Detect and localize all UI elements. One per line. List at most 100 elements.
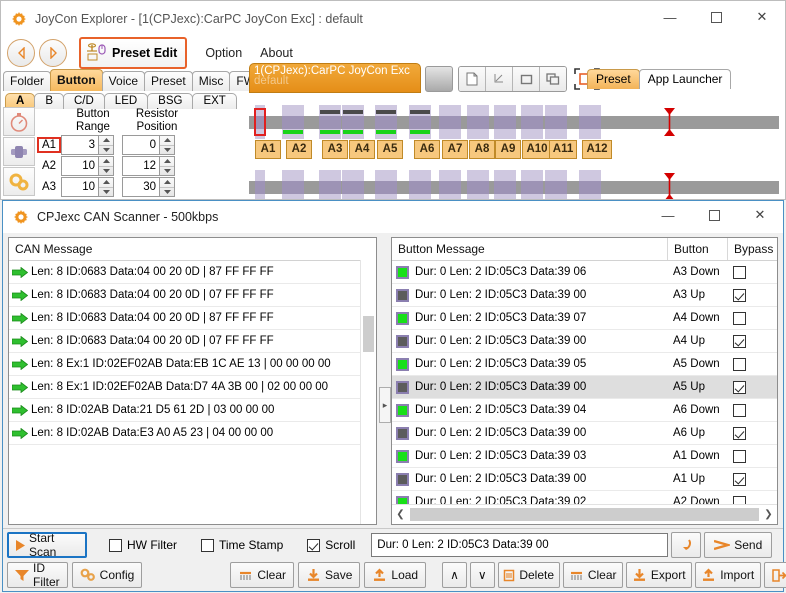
button-message-row[interactable]: Dur: 0 Len: 2 ID:05C3 Data:39 00 A6 Up xyxy=(392,422,777,445)
timeline-segment[interactable] xyxy=(439,170,461,199)
tab-preset[interactable]: Preset xyxy=(144,71,193,91)
timeline-segment[interactable] xyxy=(521,105,543,139)
rtab-app-launcher[interactable]: App Launcher xyxy=(638,69,732,89)
button-message-row[interactable]: Dur: 0 Len: 2 ID:05C3 Data:39 00 A1 Up xyxy=(392,468,777,491)
joystick-icon[interactable] xyxy=(3,137,35,166)
checkbox-icon[interactable] xyxy=(307,538,321,552)
timeline-segment[interactable] xyxy=(375,105,397,139)
spin-up-icon[interactable] xyxy=(99,178,113,188)
timeline-segment[interactable] xyxy=(494,170,516,199)
timeline-button-a7[interactable]: A7 xyxy=(442,140,468,159)
bypass-checkbox[interactable] xyxy=(733,311,746,325)
scroll-right-icon[interactable]: ❯ xyxy=(760,506,777,523)
spin-down-icon[interactable] xyxy=(160,188,174,197)
bypass-checkbox[interactable] xyxy=(733,288,746,302)
timeline-marker[interactable] xyxy=(663,172,676,199)
timeline-button-a9[interactable]: A9 xyxy=(495,140,521,159)
button-message-row[interactable]: Dur: 0 Len: 2 ID:05C3 Data:39 00 A5 Up xyxy=(392,376,777,399)
timeline-track-top[interactable] xyxy=(249,105,779,139)
button-message-row[interactable]: Dur: 0 Len: 2 ID:05C3 Data:39 06 A3 Down xyxy=(392,261,777,284)
resistor-position-value-a3[interactable]: 30 xyxy=(122,177,160,197)
minimize-button[interactable]: — xyxy=(645,199,691,231)
panel-splitter[interactable]: ▸ xyxy=(379,237,391,525)
scroll-checkbox[interactable]: Scroll xyxy=(307,538,355,552)
button-message-row[interactable]: Dur: 0 Len: 2 ID:05C3 Data:39 07 A4 Down xyxy=(392,307,777,330)
button-range-value-a2[interactable]: 10 xyxy=(61,156,99,176)
checkbox-icon[interactable] xyxy=(201,538,214,552)
blank-swatch-icon[interactable] xyxy=(425,66,453,92)
can-message-row[interactable]: Len: 8 ID:02AB Data:21 D5 61 2D | 03 00 … xyxy=(9,399,376,422)
square-icon[interactable] xyxy=(513,67,540,91)
preset-edit-button[interactable]: Preset Edit xyxy=(79,37,188,69)
scroll-left-icon[interactable]: ❮ xyxy=(392,506,409,523)
tab-voice[interactable]: Voice xyxy=(101,71,146,91)
resistor-position-stepper-a3[interactable]: 30 xyxy=(122,177,175,197)
timeline-segment[interactable] xyxy=(467,170,489,199)
move-down-button[interactable]: ∨ xyxy=(469,562,495,588)
spin-up-icon[interactable] xyxy=(99,136,113,146)
bypass-checkbox[interactable] xyxy=(733,449,746,463)
button-range-value-a3[interactable]: 10 xyxy=(61,177,99,197)
can-message-listbox[interactable]: CAN Message Len: 8 ID:0683 Data:04 00 20… xyxy=(8,237,377,525)
timeline-button-a8[interactable]: A8 xyxy=(469,140,495,159)
spin-down-icon[interactable] xyxy=(99,188,113,197)
active-preset-tab[interactable]: 1(CPJexc):CarPC JoyCon Exc default xyxy=(249,63,421,93)
timeline-button-a3[interactable]: A3 xyxy=(322,140,348,159)
param-label-a1[interactable]: A1 xyxy=(37,137,61,153)
windows-icon[interactable] xyxy=(540,67,566,91)
bypass-checkbox[interactable] xyxy=(733,426,746,440)
button-message-row[interactable]: Dur: 0 Len: 2 ID:05C3 Data:39 04 A6 Down xyxy=(392,399,777,422)
spin-down-icon[interactable] xyxy=(160,167,174,176)
timeline-segment[interactable] xyxy=(319,105,341,139)
can-message-row[interactable]: Len: 8 ID:0683 Data:04 00 20 0D | 87 FF … xyxy=(9,307,376,330)
timeline-segment[interactable] xyxy=(282,170,304,199)
time-stamp-checkbox[interactable]: Time Stamp xyxy=(201,538,283,552)
can-message-row[interactable]: Len: 8 ID:0683 Data:04 00 20 0D | 07 FF … xyxy=(9,330,376,353)
timeline-segment[interactable] xyxy=(282,105,304,139)
maximize-button[interactable] xyxy=(691,199,737,231)
button-message-row[interactable]: Dur: 0 Len: 2 ID:05C3 Data:39 05 A5 Down xyxy=(392,353,777,376)
timeline-button-a4[interactable]: A4 xyxy=(349,140,375,159)
can-list-vertical-scrollbar[interactable] xyxy=(360,260,376,524)
resistor-position-stepper-a2[interactable]: 12 xyxy=(122,156,175,176)
rtab-preset[interactable]: Preset xyxy=(587,69,640,89)
id-filter-button[interactable]: ID Filter xyxy=(7,561,68,589)
message-field[interactable]: Dur: 0 Len: 2 ID:05C3 Data:39 00 xyxy=(371,533,669,557)
timeline-segment[interactable] xyxy=(342,170,364,199)
close-button[interactable]: ✕ xyxy=(739,1,785,33)
gears-icon[interactable] xyxy=(3,167,35,196)
spin-down-icon[interactable] xyxy=(99,146,113,155)
timeline-segment[interactable] xyxy=(579,170,601,199)
bypass-checkbox[interactable] xyxy=(733,334,746,348)
timeline-segment[interactable] xyxy=(521,170,543,199)
clear-can-button[interactable]: Clear xyxy=(230,562,295,588)
move-up-button[interactable]: ∧ xyxy=(442,562,467,588)
tab-folder[interactable]: Folder xyxy=(3,71,52,91)
clear-button-msgs-button[interactable]: Clear xyxy=(562,562,623,588)
can-message-row[interactable]: Len: 8 ID:0683 Data:04 00 20 0D | 07 FF … xyxy=(9,284,376,307)
load-button[interactable]: Load xyxy=(364,562,427,588)
capture-message-button[interactable] xyxy=(671,532,702,558)
save-button[interactable]: Save xyxy=(298,562,361,588)
timeline-segment[interactable] xyxy=(375,170,397,199)
timeline-button-a2[interactable]: A2 xyxy=(286,140,312,159)
spin-down-icon[interactable] xyxy=(99,167,113,176)
timeline-segment[interactable] xyxy=(545,105,567,139)
timeline-button-a1[interactable]: A1 xyxy=(255,140,281,159)
bypass-checkbox[interactable] xyxy=(733,472,746,486)
button-message-listbox[interactable]: Button Message Button Bypass Dur: 0 Len:… xyxy=(391,237,778,525)
timeline-segment[interactable] xyxy=(579,105,601,139)
spin-up-icon[interactable] xyxy=(160,157,174,167)
timeline-button-a12[interactable]: A12 xyxy=(582,140,612,159)
maximize-button[interactable] xyxy=(693,1,739,33)
button-list-horizontal-scrollbar[interactable]: ❮ ❯ xyxy=(392,504,777,524)
bypass-checkbox[interactable] xyxy=(733,265,746,279)
param-label-a2[interactable]: A2 xyxy=(37,159,61,173)
page-icon[interactable] xyxy=(459,67,486,91)
menu-about[interactable]: About xyxy=(260,46,293,60)
bypass-checkbox[interactable] xyxy=(733,357,746,371)
timeline-segment[interactable] xyxy=(342,105,364,139)
button-message-row[interactable]: Dur: 0 Len: 2 ID:05C3 Data:39 00 A4 Up xyxy=(392,330,777,353)
subtab-ext[interactable]: EXT xyxy=(192,93,237,109)
can-message-row[interactable]: Len: 8 Ex:1 ID:02EF02AB Data:D7 4A 3B 00… xyxy=(9,376,376,399)
